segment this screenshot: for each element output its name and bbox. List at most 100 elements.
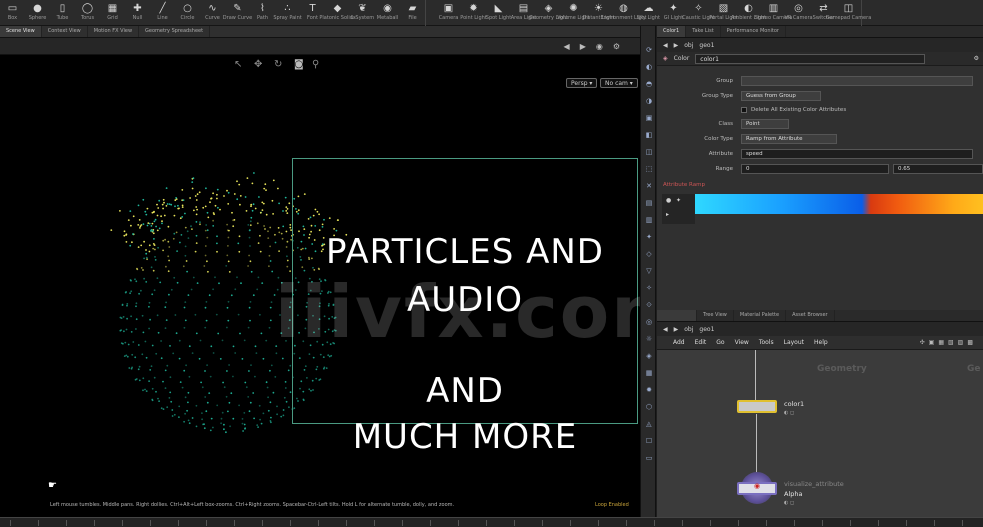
3d-viewport[interactable]: ↖ ✥ ↻ ◙ ⚲ Persp ▾ No cam ▾ PARTICLES AND… [0, 55, 640, 517]
back-arrow-icon[interactable]: ◀ [663, 42, 668, 49]
tab-color1[interactable]: Color1 [657, 26, 687, 37]
gamepad-camera-tool-button[interactable]: ◫ Gamepad Camera [826, 0, 872, 26]
torus-tool-button[interactable]: ◯ Torus [75, 0, 100, 26]
range-min-input[interactable]: 0 [741, 164, 889, 174]
spot-light-tool-button[interactable]: ◣ Spot Light [486, 0, 511, 26]
file-tool-button[interactable]: ▰ File [400, 0, 425, 26]
display-option-icon[interactable]: ⟳ [644, 46, 654, 55]
spray-paint-tool-button[interactable]: ∴ Spray Paint [273, 0, 301, 26]
area-light-tool-button[interactable]: ▤ Area Light [511, 0, 537, 26]
display-option-icon[interactable]: ☼ [644, 335, 654, 344]
tube-tool-button[interactable]: ▯ Tube [50, 0, 75, 26]
ambient-light-tool-button[interactable]: ◐ Ambient Light [731, 0, 766, 26]
display-option-icon[interactable]: ⬚ [644, 165, 654, 174]
class-dropdown[interactable]: Point [741, 119, 789, 129]
display-option-icon[interactable]: ▥ [644, 216, 654, 225]
line-tool-button[interactable]: ╱ Line [150, 0, 175, 26]
color-ramp[interactable] [695, 194, 983, 214]
display-option-icon[interactable]: ☐ [644, 437, 654, 446]
group-type-dropdown[interactable]: Guess from Group [741, 91, 821, 101]
pane-options-icon[interactable]: ⚙ [613, 42, 620, 51]
menu-view[interactable]: View [735, 339, 749, 346]
gear-icon[interactable]: ⚙ [974, 55, 979, 62]
tab-scene-view[interactable]: Scene View [0, 26, 42, 37]
forward-arrow-icon[interactable]: ▶ [674, 326, 679, 333]
sky-light-tool-button[interactable]: ☁ Sky Light [636, 0, 661, 26]
range-max-input[interactable]: 0.65 [893, 164, 983, 174]
display-option-icon[interactable]: ◈ [644, 352, 654, 361]
display-option-icon[interactable]: ◑ [644, 97, 654, 106]
display-option-icon[interactable]: ✦ [644, 233, 654, 242]
network-toolbar-icons[interactable]: ✣▣▦▧▨▩ [920, 339, 977, 346]
display-option-icon[interactable]: ◫ [644, 148, 654, 157]
color-type-dropdown[interactable]: Ramp from Attribute [741, 134, 837, 144]
timeline-bar[interactable] [0, 517, 983, 527]
display-option-icon[interactable]: ◐ [644, 63, 654, 72]
volume-light-tool-button[interactable]: ✺ Volume Light [557, 0, 590, 26]
display-option-icon[interactable]: ◬ [644, 420, 654, 429]
menu-layout[interactable]: Layout [784, 339, 804, 346]
switcher-tool-button[interactable]: ⇄ Switcher [811, 0, 836, 26]
tab-network-view[interactable] [657, 310, 697, 321]
display-option-icon[interactable]: ▭ [644, 454, 654, 463]
null-tool-button[interactable]: ✚ Null [125, 0, 150, 26]
menu-go[interactable]: Go [716, 339, 724, 346]
ramp-arrow-icon[interactable]: ▸ [666, 211, 669, 218]
delete-attrs-checkbox[interactable] [741, 107, 747, 113]
stereo-camera-tool-button[interactable]: ▥ Stereo Camera [755, 0, 793, 26]
display-option-icon[interactable]: ▤ [644, 199, 654, 208]
tab-context-view[interactable]: Context View [42, 26, 88, 37]
back-arrow-icon[interactable]: ◀ [663, 326, 668, 333]
display-option-icon[interactable]: ▣ [644, 114, 654, 123]
path-geo1[interactable]: geo1 [699, 42, 714, 49]
environment-light-tool-button[interactable]: ◍ Environment Light [601, 0, 647, 26]
ramp-key-icon[interactable]: ✦ [676, 197, 681, 204]
display-option-icon[interactable]: ◇ [644, 250, 654, 259]
menu-edit[interactable]: Edit [695, 339, 707, 346]
display-option-icon[interactable]: ◓ [644, 80, 654, 89]
path-obj[interactable]: obj [684, 326, 693, 333]
metaball-tool-button[interactable]: ◉ Metaball [375, 0, 400, 26]
sphere-tool-button[interactable]: ● Sphere [25, 0, 50, 26]
attribute-input[interactable]: speed [741, 149, 973, 159]
l-system-tool-button[interactable]: ❦ L-System [350, 0, 375, 26]
tab-take-list[interactable]: Take List [686, 26, 721, 37]
circle-tool-button[interactable]: ○ Circle [175, 0, 200, 26]
draw-curve-tool-button[interactable]: ✎ Draw Curve [223, 0, 252, 26]
path-geo1[interactable]: geo1 [699, 326, 714, 333]
display-option-icon[interactable]: ⬡ [644, 403, 654, 412]
display-option-icon[interactable]: ⟐ [644, 301, 654, 310]
geometry-light-tool-button[interactable]: ◈ Geometry Light [529, 0, 568, 26]
display-option-icon[interactable]: ✧ [644, 284, 654, 293]
ramp-add-icon[interactable]: ● [666, 197, 671, 204]
path-obj[interactable]: obj [684, 42, 693, 49]
vr-camera-tool-button[interactable]: ◎ VR Camera [784, 0, 812, 26]
display-option-icon[interactable]: ✕ [644, 182, 654, 191]
tab-performance-monitor[interactable]: Performance Monitor [721, 26, 786, 37]
pin-icon[interactable]: ◉ [596, 42, 603, 51]
grid-tool-button[interactable]: ▦ Grid [100, 0, 125, 26]
box-tool-button[interactable]: ▭ Box [0, 0, 25, 26]
network-editor[interactable]: Geometry Ge color1 ◐ ◻ ◉ visualize_attri… [657, 350, 983, 517]
color1-node[interactable] [737, 400, 777, 413]
display-option-icon[interactable]: ◎ [644, 318, 654, 327]
curve-tool-button[interactable]: ∿ Curve [200, 0, 225, 26]
tab-material-palette[interactable]: Material Palette [734, 310, 787, 321]
tab-asset-browser[interactable]: Asset Browser [786, 310, 835, 321]
point-light-tool-button[interactable]: ✹ Point Light [460, 0, 486, 26]
portal-light-tool-button[interactable]: ▧ Portal Light [709, 0, 737, 26]
tab-tree-view[interactable]: Tree View [697, 310, 734, 321]
distant-light-tool-button[interactable]: ☀ Distant Light [582, 0, 614, 26]
forward-arrow-icon[interactable]: ▶ [674, 42, 679, 49]
display-option-icon[interactable]: ▽ [644, 267, 654, 276]
tab-motion-fx-view[interactable]: Motion FX View [88, 26, 140, 37]
forward-arrow-icon[interactable]: ▶ [580, 42, 586, 51]
camera-tool-button[interactable]: ▣ Camera [436, 0, 461, 26]
path-tool-button[interactable]: ⌇ Path [250, 0, 275, 26]
tab-geometry-spreadsheet[interactable]: Geometry Spreadsheet [139, 26, 211, 37]
font-tool-button[interactable]: T Font [300, 0, 325, 26]
group-input[interactable] [741, 76, 973, 86]
caustic-light-tool-button[interactable]: ✧ Caustic Light [682, 0, 715, 26]
display-option-icon[interactable]: ◧ [644, 131, 654, 140]
back-arrow-icon[interactable]: ◀ [564, 42, 570, 51]
